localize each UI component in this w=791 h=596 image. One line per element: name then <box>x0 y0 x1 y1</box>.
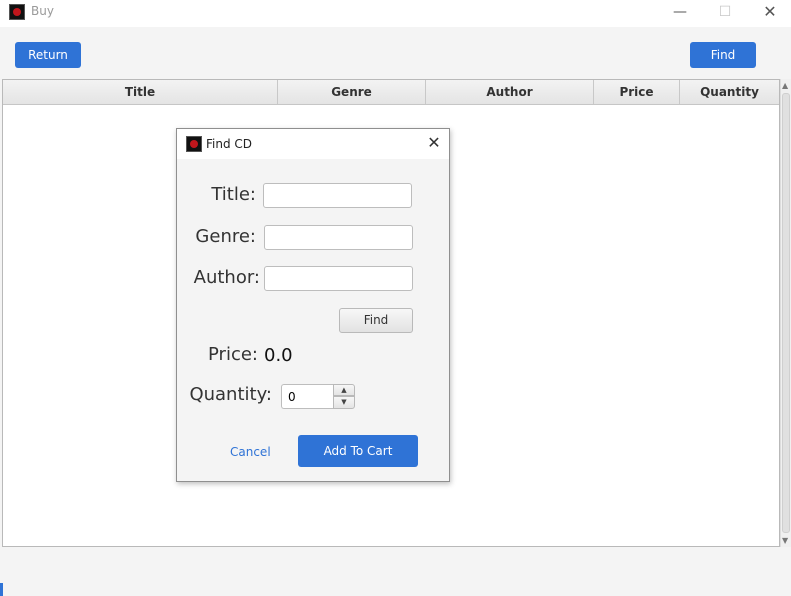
genre-label: Genre: <box>195 226 256 247</box>
dialog-close-icon[interactable]: ✕ <box>424 133 444 153</box>
table-scrollbar[interactable]: ▲ ▼ <box>780 79 791 547</box>
price-value: 0.0 <box>264 345 293 366</box>
genre-input[interactable] <box>264 225 413 250</box>
quantity-label: Quantity: <box>189 384 272 405</box>
window-titlebar: Buy — ☐ ✕ <box>0 0 791 27</box>
author-label: Author: <box>193 267 260 288</box>
scroll-up-icon[interactable]: ▲ <box>782 81 788 90</box>
quantity-input[interactable] <box>281 384 333 409</box>
dialog-titlebar: Find CD ✕ <box>177 129 449 159</box>
app-icon <box>9 4 25 20</box>
window-title: Buy <box>31 4 54 18</box>
taskbar-edge <box>0 583 3 596</box>
maximize-icon[interactable]: ☐ <box>702 0 748 24</box>
increment-icon[interactable]: ▲ <box>333 384 355 396</box>
scrollbar-thumb[interactable] <box>782 93 790 533</box>
column-header-quantity[interactable]: Quantity <box>680 80 779 104</box>
minimize-icon[interactable]: — <box>657 0 703 24</box>
find-cd-dialog: Find CD ✕ Title: Genre: Author: Find Pri… <box>176 128 450 482</box>
find-button[interactable]: Find <box>690 42 756 68</box>
cancel-button[interactable]: Cancel <box>230 445 271 459</box>
close-icon[interactable]: ✕ <box>747 0 791 24</box>
dialog-app-icon <box>186 136 202 152</box>
author-input[interactable] <box>264 266 413 291</box>
add-to-cart-button[interactable]: Add To Cart <box>298 435 418 467</box>
price-label: Price: <box>208 344 258 365</box>
title-label: Title: <box>211 184 256 205</box>
title-input[interactable] <box>263 183 412 208</box>
dialog-find-button[interactable]: Find <box>339 308 413 333</box>
dialog-title: Find CD <box>206 137 253 151</box>
decrement-icon[interactable]: ▼ <box>333 396 355 409</box>
column-header-author[interactable]: Author <box>426 80 594 104</box>
scroll-down-icon[interactable]: ▼ <box>782 536 788 545</box>
return-button[interactable]: Return <box>15 42 81 68</box>
column-header-genre[interactable]: Genre <box>278 80 426 104</box>
column-header-price[interactable]: Price <box>594 80 680 104</box>
quantity-stepper[interactable]: ▲ ▼ <box>281 384 356 409</box>
column-header-title[interactable]: Title <box>3 80 278 104</box>
table-header: Title Genre Author Price Quantity <box>3 80 779 105</box>
